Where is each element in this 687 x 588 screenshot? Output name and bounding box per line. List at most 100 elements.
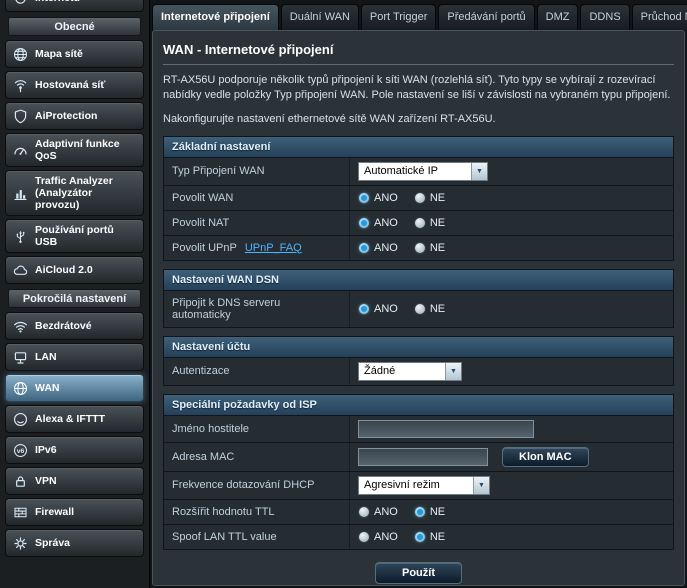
tab-internet-connection[interactable]: Internetové připojení <box>152 4 279 30</box>
upnp-enable-ne-option[interactable]: NE <box>414 242 445 254</box>
section-isp-special: Speciální požadavky od ISP Jméno hostite… <box>163 394 674 550</box>
setting-label: Spoof LAN TTL value <box>164 525 350 549</box>
section-header: Speciální požadavky od ISP <box>164 395 673 416</box>
select-value: Agresivní režim <box>364 479 440 491</box>
tab-port-trigger[interactable]: Port Trigger <box>361 4 436 30</box>
radio-icon <box>414 506 426 518</box>
dns-auto-ano-option[interactable]: ANO <box>358 303 398 315</box>
section-header: Základní nastavení <box>164 137 673 158</box>
radio-icon <box>414 303 426 315</box>
setting-control: ANO NE <box>350 291 673 327</box>
tab-bar: Internetové připojení Duální WAN Port Tr… <box>150 0 687 30</box>
extend-ttl-ne-option[interactable]: NE <box>414 506 445 518</box>
sidebar-item-traffic-analyzer[interactable]: Traffic Analyzer (Analyzátor provozu) <box>5 170 144 216</box>
sidebar-item-label: Alexa & IFTTT <box>35 413 138 425</box>
radio-label: NE <box>430 531 445 543</box>
usb-icon <box>11 227 29 245</box>
sidebar-item-usb[interactable]: Používání portů USB <box>5 219 144 253</box>
setting-label: Připojit k DNS serveru automaticky <box>164 291 350 327</box>
radio-icon <box>414 192 426 204</box>
row-mac-address: Adresa MAC Klon MAC <box>164 443 673 472</box>
nat-enable-ne-option[interactable]: NE <box>414 217 445 229</box>
setting-control: Agresivní režim ▼ <box>350 472 673 499</box>
sidebar-item-label: Hostovaná síť <box>35 79 138 91</box>
sidebar-group-title-obecne: Obecné <box>8 17 141 36</box>
authentication-select[interactable]: Žádné ▼ <box>358 362 462 381</box>
wan-connection-type-select[interactable]: Automatické IP ▼ <box>358 162 488 181</box>
sidebar-item-sprava[interactable]: Správa <box>5 529 144 557</box>
sidebar-item-qos[interactable]: Adaptivní funkce QoS <box>5 133 144 167</box>
sidebar-item-hostovana-sit[interactable]: Hostovaná síť <box>5 71 144 99</box>
radio-icon <box>358 242 370 254</box>
upnp-faq-link[interactable]: UPnP_FAQ <box>245 242 302 254</box>
refresh-icon <box>11 0 29 7</box>
tab-dmz[interactable]: DMZ <box>537 4 579 30</box>
row-spoof-lan-ttl: Spoof LAN TTL value ANO NE <box>164 525 673 549</box>
bar-chart-icon <box>11 184 29 202</box>
row-wan-connection-type: Typ Připojení WAN Automatické IP ▼ <box>164 158 673 186</box>
sidebar-item-aicloud[interactable]: AiCloud 2.0 <box>5 256 144 284</box>
dns-auto-ne-option[interactable]: NE <box>414 303 445 315</box>
row-enable-upnp: Povolit UPnP UPnP_FAQ ANO NE <box>164 236 673 260</box>
svg-text:v6: v6 <box>16 448 24 455</box>
sidebar-item-label: Používání portů USB <box>35 224 138 248</box>
sidebar-item-lan[interactable]: LAN <box>5 343 144 371</box>
radio-label: ANO <box>374 192 398 204</box>
sidebar: Internetu Obecné Mapa sítě Hostovaná síť… <box>0 0 150 588</box>
clone-mac-button[interactable]: Klon MAC <box>502 447 589 467</box>
select-value: Automatické IP <box>364 165 438 177</box>
sidebar-item-ipv6[interactable]: v6 IPv6 <box>5 436 144 464</box>
setting-label: Jméno hostitele <box>164 416 350 442</box>
sidebar-item-bezdratove[interactable]: Bezdrátové <box>5 312 144 340</box>
setting-label: Adresa MAC <box>164 443 350 471</box>
sidebar-item-wan[interactable]: WAN <box>5 374 144 402</box>
section-wan-dns: Nastavení WAN DSN Připojit k DNS serveru… <box>163 269 674 328</box>
sidebar-item-label: AiCloud 2.0 <box>35 264 138 276</box>
nat-enable-ano-option[interactable]: ANO <box>358 217 398 229</box>
radio-icon <box>358 217 370 229</box>
sidebar-item-label: VPN <box>35 475 138 487</box>
row-dhcp-query-frequency: Frekvence dotazování DHCP Agresivní reži… <box>164 472 673 500</box>
sidebar-item-firewall[interactable]: Firewall <box>5 498 144 526</box>
radio-icon <box>358 506 370 518</box>
radio-label: NE <box>430 303 445 315</box>
wan-enable-ne-option[interactable]: NE <box>414 192 445 204</box>
setting-label: Frekvence dotazování DHCP <box>164 472 350 499</box>
setting-label-text: Povolit UPnP <box>172 242 237 254</box>
mac-address-input[interactable] <box>358 448 488 466</box>
sidebar-item-label: AiProtection <box>35 110 138 122</box>
setting-control: ANO NE <box>350 525 673 549</box>
tab-dual-wan[interactable]: Duální WAN <box>281 4 359 30</box>
radio-icon <box>414 217 426 229</box>
lock-icon <box>11 472 29 490</box>
apply-button[interactable]: Použít <box>375 562 462 584</box>
radio-icon <box>358 531 370 543</box>
dhcp-query-frequency-select[interactable]: Agresivní režim ▼ <box>358 476 490 495</box>
radio-label: ANO <box>374 217 398 229</box>
sidebar-item-aiprotection[interactable]: AiProtection <box>5 102 144 130</box>
sidebar-item-quick-internet-setup[interactable]: Internetu <box>5 0 144 12</box>
sidebar-item-mapa-site[interactable]: Mapa sítě <box>5 40 144 68</box>
spoof-ttl-ne-option[interactable]: NE <box>414 531 445 543</box>
ipv6-icon: v6 <box>11 441 29 459</box>
extend-ttl-ano-option[interactable]: ANO <box>358 506 398 518</box>
tab-ddns[interactable]: DDNS <box>580 4 629 30</box>
spoof-ttl-ano-option[interactable]: ANO <box>358 531 398 543</box>
shield-icon <box>11 107 29 125</box>
tab-port-forwarding[interactable]: Předávání portů <box>438 4 534 30</box>
row-dns-auto: Připojit k DNS serveru automaticky ANO N… <box>164 291 673 327</box>
setting-control: Klon MAC <box>350 443 673 471</box>
radio-icon <box>358 303 370 315</box>
wan-enable-ano-option[interactable]: ANO <box>358 192 398 204</box>
tab-nat-passthrough[interactable]: Průchod NAT <box>632 4 687 30</box>
sidebar-item-vpn[interactable]: VPN <box>5 467 144 495</box>
sidebar-item-label: Traffic Analyzer (Analyzátor provozu) <box>35 175 138 211</box>
setting-control: ANO NE <box>350 236 673 260</box>
hostname-input[interactable] <box>358 420 534 438</box>
section-header: Nastavení účtu <box>164 337 673 358</box>
setting-control: Žádné ▼ <box>350 358 673 385</box>
upnp-enable-ano-option[interactable]: ANO <box>358 242 398 254</box>
router-admin-app: Internetu Obecné Mapa sítě Hostovaná síť… <box>0 0 687 588</box>
sidebar-item-alexa-ifttt[interactable]: Alexa & IFTTT <box>5 405 144 433</box>
radio-label: NE <box>430 506 445 518</box>
